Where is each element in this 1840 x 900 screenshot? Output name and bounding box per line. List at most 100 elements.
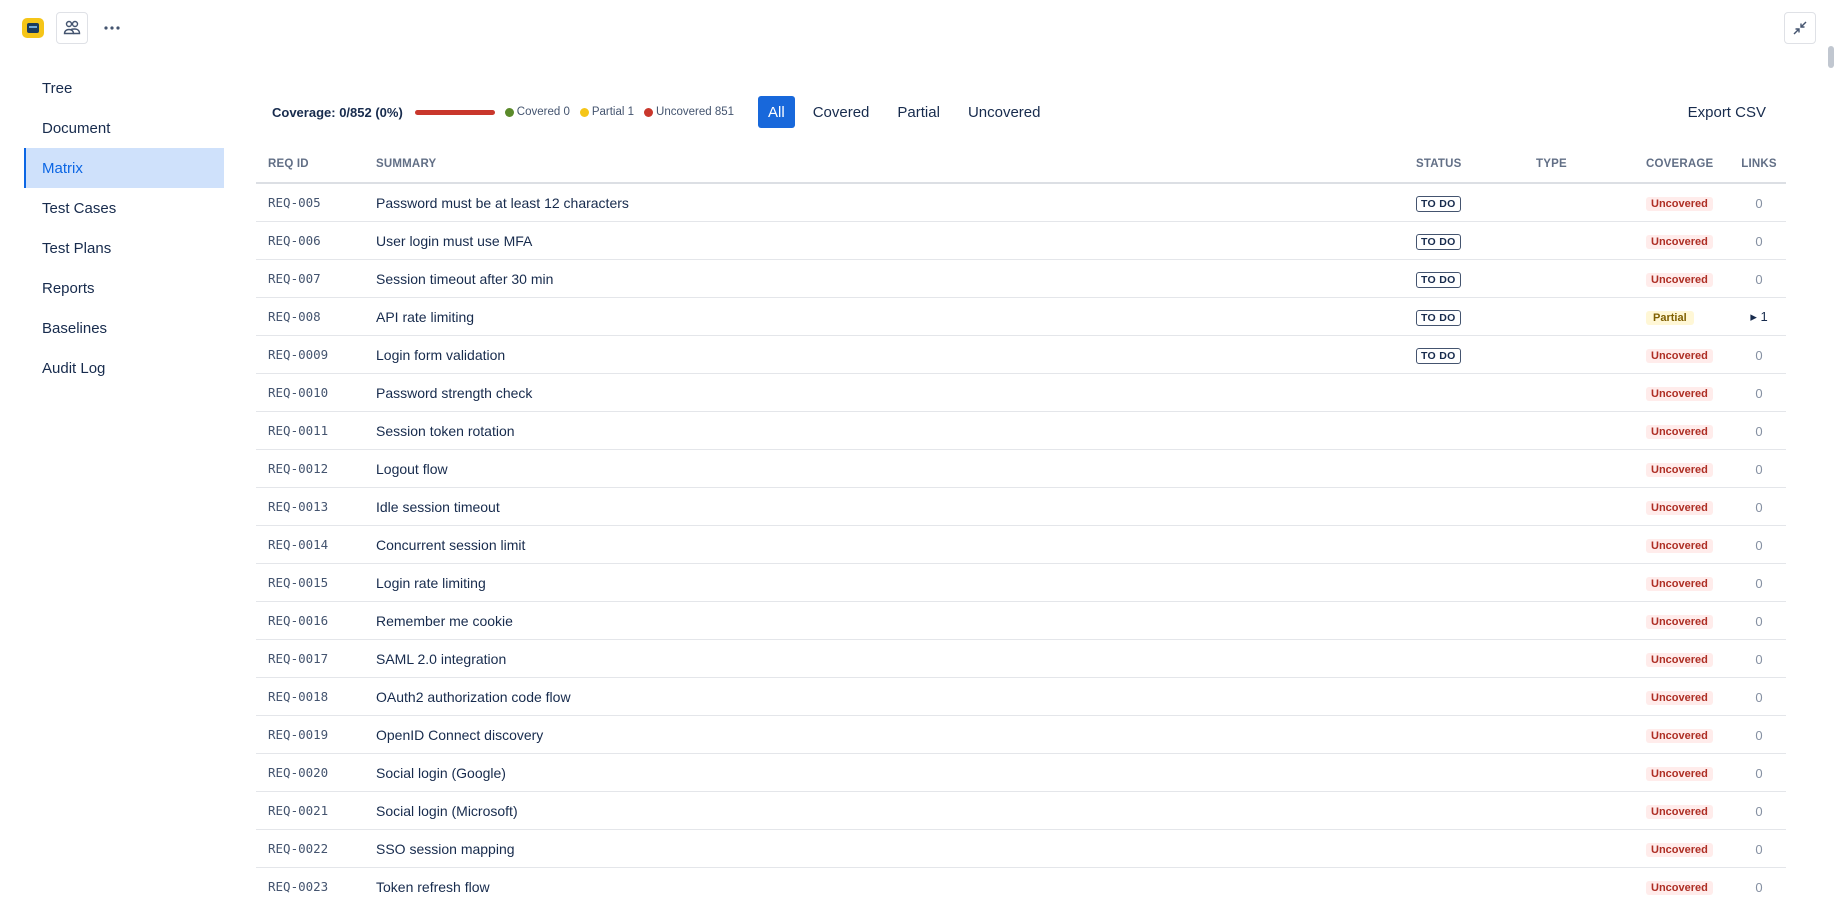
summary-cell[interactable]: API rate limiting bbox=[376, 309, 1416, 325]
table-row[interactable]: REQ-0016 Remember me cookie Uncovered 0 bbox=[256, 602, 1786, 640]
table-row[interactable]: REQ-0018 OAuth2 authorization code flow Un… bbox=[256, 678, 1786, 716]
table-row[interactable]: REQ-005 Password must be at least 12 char… bbox=[256, 184, 1786, 222]
req-id-cell[interactable]: REQ-0010 bbox=[256, 385, 376, 400]
summary-cell[interactable]: SSO session mapping bbox=[376, 841, 1416, 857]
table-row[interactable]: REQ-007 Session timeout after 30 min TO DO… bbox=[256, 260, 1786, 298]
summary-cell[interactable]: Remember me cookie bbox=[376, 613, 1416, 629]
table-body: REQ-005 Password must be at least 12 char… bbox=[256, 184, 1786, 900]
sidebar-item-test-cases[interactable]: Test Cases bbox=[24, 188, 224, 228]
summary-cell[interactable]: Session token rotation bbox=[376, 423, 1416, 439]
sidebar-item-document[interactable]: Document bbox=[24, 108, 224, 148]
summary-cell[interactable]: Social login (Microsoft) bbox=[376, 803, 1416, 819]
table-row[interactable]: REQ-0021 Social login (Microsoft) Uncovere… bbox=[256, 792, 1786, 830]
link-count: 0 bbox=[1755, 727, 1763, 743]
summary-cell[interactable]: User login must use MFA bbox=[376, 233, 1416, 249]
req-id-cell[interactable]: REQ-0014 bbox=[256, 537, 376, 552]
req-id-cell[interactable]: REQ-006 bbox=[256, 233, 376, 248]
links-cell: 0 bbox=[1732, 271, 1786, 287]
summary-cell[interactable]: Token refresh flow bbox=[376, 879, 1416, 895]
coverage-cell: Uncovered bbox=[1646, 878, 1732, 895]
req-id-cell[interactable]: REQ-0018 bbox=[256, 689, 376, 704]
req-id-cell[interactable]: REQ-0019 bbox=[256, 727, 376, 742]
table-row[interactable]: REQ-0020 Social login (Google) Uncovered 0 bbox=[256, 754, 1786, 792]
req-id-cell[interactable]: REQ-0020 bbox=[256, 765, 376, 780]
table-row[interactable]: REQ-008 API rate limiting TO DO Partial ▸ 1 bbox=[256, 298, 1786, 336]
coverage-cell: Uncovered bbox=[1646, 460, 1732, 477]
summary-cell[interactable]: Login rate limiting bbox=[376, 575, 1416, 591]
table-row[interactable]: REQ-0019 OpenID Connect discovery Uncovere… bbox=[256, 716, 1786, 754]
req-id-cell[interactable]: REQ-0015 bbox=[256, 575, 376, 590]
column-header-status[interactable]: STATUS bbox=[1416, 158, 1536, 170]
summary-cell[interactable]: Idle session timeout bbox=[376, 499, 1416, 515]
coverage-filter-group: All Covered Partial Uncovered bbox=[758, 96, 1058, 128]
summary-cell[interactable]: SAML 2.0 integration bbox=[376, 651, 1416, 667]
req-id-cell[interactable]: REQ-0016 bbox=[256, 613, 376, 628]
req-id-cell[interactable]: REQ-007 bbox=[256, 271, 376, 286]
status-badge: TO DO bbox=[1416, 309, 1461, 326]
app-logo-icon[interactable] bbox=[22, 18, 44, 38]
sidebar-item-matrix[interactable]: Matrix bbox=[24, 148, 224, 188]
sidebar-item-audit-log[interactable]: Audit Log bbox=[24, 348, 224, 388]
table-row[interactable]: REQ-0017 SAML 2.0 integration Uncovered 0 bbox=[256, 640, 1786, 678]
filter-partial[interactable]: Partial bbox=[887, 96, 950, 128]
summary-cell[interactable]: Logout flow bbox=[376, 461, 1416, 477]
sidebar-item-tree[interactable]: Tree bbox=[24, 68, 224, 108]
filter-all[interactable]: All bbox=[758, 96, 795, 128]
req-id-cell[interactable]: REQ-0021 bbox=[256, 803, 376, 818]
team-button[interactable] bbox=[56, 12, 88, 44]
sidebar-item-test-plans[interactable]: Test Plans bbox=[24, 228, 224, 268]
table-row[interactable]: REQ-0014 Concurrent session limit Uncovere… bbox=[256, 526, 1786, 564]
legend-partial-label: Partial 1 bbox=[591, 106, 635, 118]
table-row[interactable]: REQ-0012 Logout flow Uncovered 0 bbox=[256, 450, 1786, 488]
summary-cell[interactable]: OAuth2 authorization code flow bbox=[376, 689, 1416, 705]
req-id-cell[interactable]: REQ-005 bbox=[256, 195, 376, 210]
summary-cell[interactable]: Login form validation bbox=[376, 347, 1416, 363]
table-row[interactable]: REQ-0023 Token refresh flow Uncovered 0 bbox=[256, 868, 1786, 900]
column-header-summary[interactable]: SUMMARY bbox=[376, 158, 1416, 170]
coverage-cell: Uncovered bbox=[1646, 270, 1732, 287]
req-id-cell[interactable]: REQ-0022 bbox=[256, 841, 376, 856]
summary-cell[interactable]: OpenID Connect discovery bbox=[376, 727, 1416, 743]
filter-covered[interactable]: Covered bbox=[803, 96, 880, 128]
export-csv-button[interactable]: Export CSV bbox=[1688, 104, 1766, 121]
column-header-req-id[interactable]: REQ ID bbox=[256, 158, 376, 170]
sidebar-item-reports[interactable]: Reports bbox=[24, 268, 224, 308]
page-scrollbar[interactable] bbox=[1828, 46, 1834, 68]
table-row[interactable]: REQ-0009 Login form validation TO DO Uncove… bbox=[256, 336, 1786, 374]
link-count: 0 bbox=[1755, 195, 1763, 211]
summary-cell[interactable]: Concurrent session limit bbox=[376, 537, 1416, 553]
table-row[interactable]: REQ-0010 Password strength check Uncovered… bbox=[256, 374, 1786, 412]
req-id-cell[interactable]: REQ-0009 bbox=[256, 347, 376, 362]
legend-covered: Covered 0 bbox=[504, 106, 570, 118]
summary-cell[interactable]: Social login (Google) bbox=[376, 765, 1416, 781]
table-row[interactable]: REQ-0013 Idle session timeout Uncovered 0 bbox=[256, 488, 1786, 526]
req-id-cell[interactable]: REQ-0023 bbox=[256, 879, 376, 894]
link-count[interactable]: ▸ 1 bbox=[1750, 309, 1767, 324]
req-id-cell[interactable]: REQ-0012 bbox=[256, 461, 376, 476]
column-header-coverage[interactable]: COVERAGE bbox=[1646, 158, 1732, 170]
column-header-links[interactable]: LINKS bbox=[1732, 158, 1786, 170]
links-cell: 0 bbox=[1732, 499, 1786, 515]
column-header-type[interactable]: TYPE bbox=[1536, 158, 1646, 170]
summary-cell[interactable]: Password must be at least 12 characters bbox=[376, 195, 1416, 211]
covered-dot-icon bbox=[504, 107, 514, 117]
status-cell: TO DO bbox=[1416, 270, 1536, 288]
table-row[interactable]: REQ-0011 Session token rotation Uncovered 0 bbox=[256, 412, 1786, 450]
req-id-cell[interactable]: REQ-0011 bbox=[256, 423, 376, 438]
filter-uncovered[interactable]: Uncovered bbox=[958, 96, 1051, 128]
req-id-cell[interactable]: REQ-008 bbox=[256, 309, 376, 324]
table-row[interactable]: REQ-0015 Login rate limiting Uncovered 0 bbox=[256, 564, 1786, 602]
table-row[interactable]: REQ-006 User login must use MFA TO DO Uncov… bbox=[256, 222, 1786, 260]
sidebar-item-baselines[interactable]: Baselines bbox=[24, 308, 224, 348]
link-count: 0 bbox=[1755, 423, 1763, 439]
req-id-cell[interactable]: REQ-0013 bbox=[256, 499, 376, 514]
coverage-badge: Uncovered bbox=[1646, 425, 1713, 439]
collapse-button[interactable] bbox=[1784, 12, 1816, 44]
coverage-cell: Uncovered bbox=[1646, 726, 1732, 743]
req-id-cell[interactable]: REQ-0017 bbox=[256, 651, 376, 666]
summary-cell[interactable]: Session timeout after 30 min bbox=[376, 271, 1416, 287]
table-row[interactable]: REQ-0022 SSO session mapping Uncovered 0 bbox=[256, 830, 1786, 868]
legend-uncovered-label: Uncovered 851 bbox=[656, 106, 735, 118]
more-button[interactable] bbox=[100, 14, 124, 42]
summary-cell[interactable]: Password strength check bbox=[376, 385, 1416, 401]
